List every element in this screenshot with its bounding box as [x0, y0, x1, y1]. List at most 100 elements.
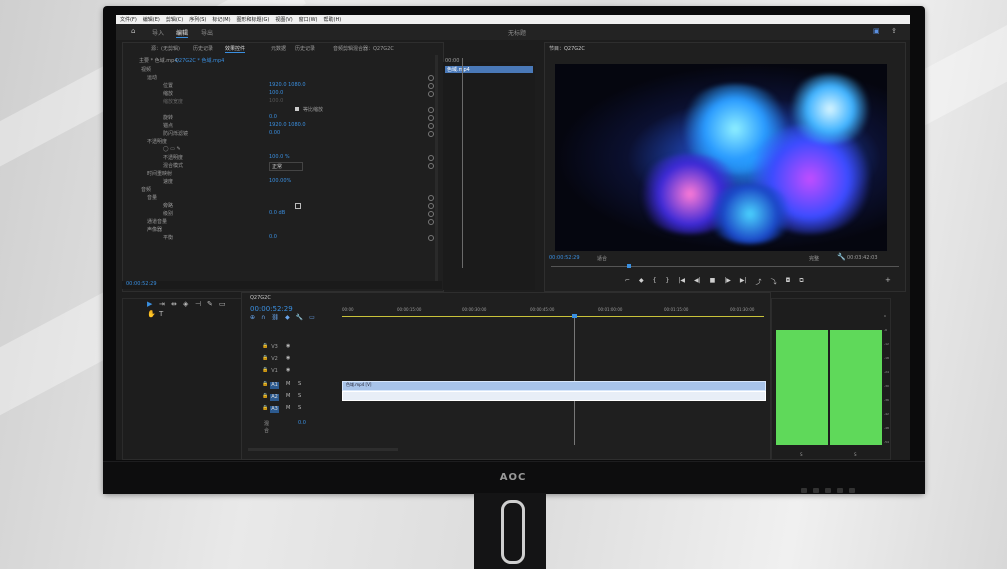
value-position[interactable]: 1920.0 1080.0 [269, 82, 306, 88]
go-out-icon[interactable]: } [665, 277, 669, 285]
reset-icon[interactable] [428, 131, 434, 137]
mute-icon[interactable]: M [286, 393, 290, 400]
add-button-icon[interactable]: + [885, 277, 891, 284]
tab-source[interactable]: 源：(无剪辑) [151, 45, 180, 52]
step-back-icon[interactable]: ◀| [694, 277, 701, 285]
value-flicker[interactable]: 0.00 [269, 130, 280, 136]
reset-icon[interactable] [428, 83, 434, 89]
bypass-checkbox[interactable] [295, 203, 301, 209]
effect-volume[interactable]: 音量 [147, 194, 157, 201]
tab-audio-mixer[interactable]: 音频剪辑混合器：Q27G2C [333, 45, 394, 52]
meter-channel-left[interactable]: S [800, 452, 803, 457]
solo-icon[interactable]: S [298, 393, 301, 400]
video-clip[interactable]: 色域.mp4 [V] [342, 381, 766, 391]
tab-effects[interactable]: 历史记录 [193, 45, 213, 52]
tab-effect-controls[interactable]: 效果控件 [225, 45, 246, 53]
reset-icon[interactable] [428, 195, 434, 201]
track-select-icon[interactable]: ⇥ [159, 301, 165, 308]
wrench-icon[interactable]: 🔧 [837, 254, 846, 261]
solo-icon[interactable]: S [298, 405, 301, 412]
effect-opacity[interactable]: 不透明度 [147, 138, 167, 145]
ripple-edit-icon[interactable]: ⇹ [171, 301, 177, 308]
captions-icon[interactable]: ▭ [309, 314, 315, 321]
settings-icon[interactable]: 🔧 [296, 314, 303, 321]
menu-edit[interactable]: 编辑(E) [143, 16, 160, 23]
marker-icon[interactable]: ◆ [639, 277, 644, 285]
lock-icon[interactable]: 🔒 [262, 405, 268, 412]
effect-channel-volume[interactable]: 通道音量 [147, 218, 167, 225]
tab-edit[interactable]: 编辑 [176, 28, 189, 38]
effect-time-remap[interactable]: 时间重映射 [147, 170, 172, 177]
scrollbar[interactable] [435, 55, 438, 285]
lift-icon[interactable]: ⤴ [756, 277, 762, 286]
eye-icon[interactable]: ◉ [286, 355, 290, 362]
work-area-bar[interactable] [342, 316, 764, 317]
lock-icon[interactable]: 🔒 [262, 343, 268, 350]
go-in-icon[interactable]: { [653, 277, 657, 285]
reset-icon[interactable] [428, 115, 434, 121]
sequence-clip[interactable]: Q27G2C * 色域.mp4 [175, 57, 224, 64]
monitor-button[interactable] [801, 488, 807, 493]
tab-import[interactable]: 导入 [152, 28, 164, 37]
tab-history[interactable]: 历史记录 [295, 45, 315, 52]
value-level[interactable]: 0.0 dB [269, 210, 285, 216]
mini-clip[interactable]: 色域.mp4 [445, 66, 533, 73]
snap-icon[interactable]: ∩ [261, 314, 265, 321]
menu-view[interactable]: 视图(V) [275, 16, 292, 23]
uniform-scale-checkbox[interactable] [295, 107, 299, 111]
time-ruler[interactable]: 00:00 00:00:15:00 00:00:30:00 00:00:45:0… [342, 307, 764, 317]
mute-icon[interactable]: M [286, 381, 290, 388]
export-frame-icon[interactable]: ◘ [786, 277, 791, 285]
playhead-handle[interactable] [572, 314, 577, 318]
reset-icon[interactable] [428, 211, 434, 217]
menu-clip[interactable]: 剪辑(C) [166, 16, 183, 23]
eye-icon[interactable]: ◉ [286, 343, 290, 350]
menu-file[interactable]: 文件(F) [120, 16, 137, 23]
value-opacity[interactable]: 100.0 % [269, 154, 290, 160]
reset-icon[interactable] [428, 75, 434, 81]
slip-icon[interactable]: ⊣ [195, 301, 201, 308]
stop-icon[interactable]: ■ [710, 277, 716, 285]
reset-icon[interactable] [428, 107, 434, 113]
home-icon[interactable]: ⌂ [131, 28, 135, 35]
effect-timecode[interactable]: 00:00:52:29 [122, 281, 442, 289]
timeline-timecode[interactable]: 00:00:52:29 [250, 305, 293, 313]
nest-icon[interactable]: ⊕ [250, 314, 255, 321]
monitor-button[interactable] [837, 488, 843, 493]
rectangle-icon[interactable]: ▭ [219, 301, 226, 308]
menu-marker[interactable]: 标记(M) [212, 16, 230, 23]
value-balance[interactable]: 0.0 [269, 234, 277, 240]
value-rotation[interactable]: 0.0 [269, 114, 277, 120]
effect-panner[interactable]: 声像器 [147, 226, 162, 233]
lock-icon[interactable]: 🔒 [262, 367, 268, 374]
step-forward-icon[interactable]: |▶ [724, 277, 731, 285]
mark-in-icon[interactable]: ⌐ [625, 277, 630, 285]
mute-icon[interactable]: M [286, 405, 290, 412]
lock-icon[interactable]: 🔒 [262, 393, 268, 400]
lock-icon[interactable]: 🔒 [262, 381, 268, 388]
menu-window[interactable]: 窗口(W) [299, 16, 318, 23]
reset-icon[interactable] [428, 155, 434, 161]
hand-icon[interactable]: ✋ [147, 311, 156, 318]
reset-icon[interactable] [428, 219, 434, 225]
solo-icon[interactable]: S [298, 381, 301, 388]
audio-clip[interactable] [342, 391, 766, 401]
source-clip[interactable]: 主要 * 色域.mp4 [139, 57, 178, 64]
scrub-bar[interactable] [551, 266, 899, 267]
blend-mode-dropdown[interactable]: 正常 [269, 162, 304, 171]
razor-icon[interactable]: ◈ [183, 301, 188, 308]
marker-add-icon[interactable]: ◆ [285, 314, 290, 321]
mask-tools[interactable]: ◯ ▭ ✎ [163, 146, 181, 152]
lock-icon[interactable]: 🔒 [262, 355, 268, 362]
fit-dropdown[interactable]: 适合 [597, 255, 607, 262]
share-icon[interactable]: ⇪ [891, 28, 897, 35]
quick-export-icon[interactable]: ▣ [873, 28, 880, 35]
reset-icon[interactable] [428, 123, 434, 129]
compare-icon[interactable]: ⧉ [799, 277, 803, 285]
type-tool-icon[interactable]: T [159, 311, 163, 318]
tab-export[interactable]: 导出 [201, 28, 213, 37]
playhead-marker[interactable] [627, 264, 631, 268]
value-scale[interactable]: 100.0 [269, 90, 283, 96]
resolution-dropdown[interactable]: 完整 [809, 255, 819, 262]
extract-icon[interactable]: ⤵ [771, 277, 777, 286]
